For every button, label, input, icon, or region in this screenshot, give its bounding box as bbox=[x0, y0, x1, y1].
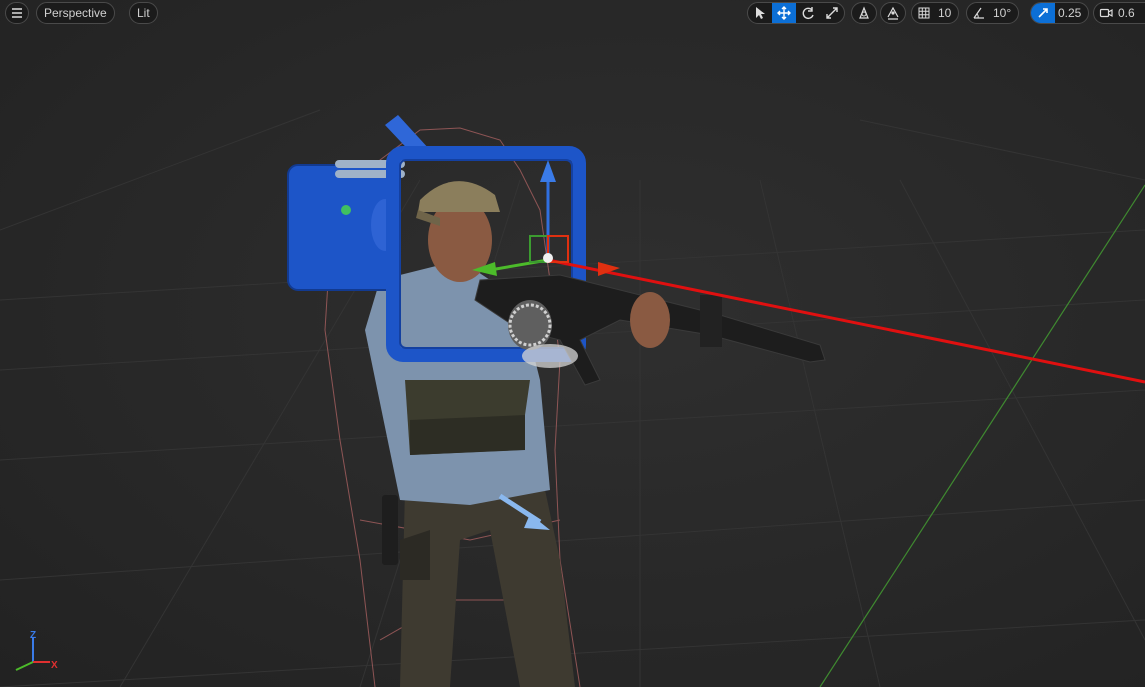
level-viewport[interactable]: Perspective Lit 10 10° 0.25 0.6 Z X bbox=[0, 0, 1145, 687]
viewport-options-button[interactable] bbox=[5, 2, 29, 24]
angle-icon bbox=[967, 3, 991, 23]
rotation-snap-value[interactable]: 10° bbox=[991, 6, 1018, 20]
axis-indicator bbox=[15, 638, 50, 671]
rotation-snap-toggle[interactable]: 10° bbox=[966, 2, 1020, 24]
character-legs bbox=[382, 490, 575, 687]
scale-icon bbox=[826, 7, 838, 19]
grid-snap-value[interactable]: 10 bbox=[936, 6, 958, 20]
scale-tool-button[interactable] bbox=[820, 3, 844, 23]
move-icon bbox=[777, 6, 791, 20]
scale-snap-toggle[interactable]: 0.25 bbox=[1030, 2, 1090, 24]
select-tool-button[interactable] bbox=[748, 3, 772, 23]
surface-snapping-button[interactable] bbox=[880, 2, 906, 24]
grid-icon bbox=[912, 3, 936, 23]
video-camera-icon bbox=[1094, 3, 1118, 23]
grid-snap-toggle[interactable]: 10 bbox=[911, 2, 960, 24]
camera-view-icon bbox=[852, 3, 876, 23]
transform-tools-group bbox=[747, 2, 845, 24]
translate-tool-button[interactable] bbox=[772, 3, 796, 23]
world-y-axis-line bbox=[819, 184, 1145, 687]
camera-view-button[interactable] bbox=[851, 2, 877, 24]
axis-z-label: Z bbox=[30, 630, 37, 641]
scale-snap-icon bbox=[1031, 3, 1055, 23]
rotate-icon bbox=[802, 7, 814, 20]
viewport-scene[interactable] bbox=[0, 0, 1145, 687]
rotate-tool-button[interactable] bbox=[796, 3, 820, 23]
lighting-mode-label: Lit bbox=[137, 6, 150, 20]
surface-snap-icon bbox=[881, 3, 905, 23]
cursor-icon bbox=[756, 7, 765, 19]
scale-snap-value[interactable]: 0.25 bbox=[1055, 6, 1088, 20]
axis-x-label: X bbox=[51, 660, 58, 671]
camera-speed-button[interactable]: 0.6 bbox=[1093, 2, 1145, 24]
view-mode-dropdown[interactable]: Perspective bbox=[36, 2, 115, 24]
view-mode-label: Perspective bbox=[44, 6, 107, 20]
hamburger-icon bbox=[6, 3, 28, 23]
lighting-mode-dropdown[interactable]: Lit bbox=[129, 2, 158, 24]
camera-speed-value: 0.6 bbox=[1118, 6, 1135, 20]
